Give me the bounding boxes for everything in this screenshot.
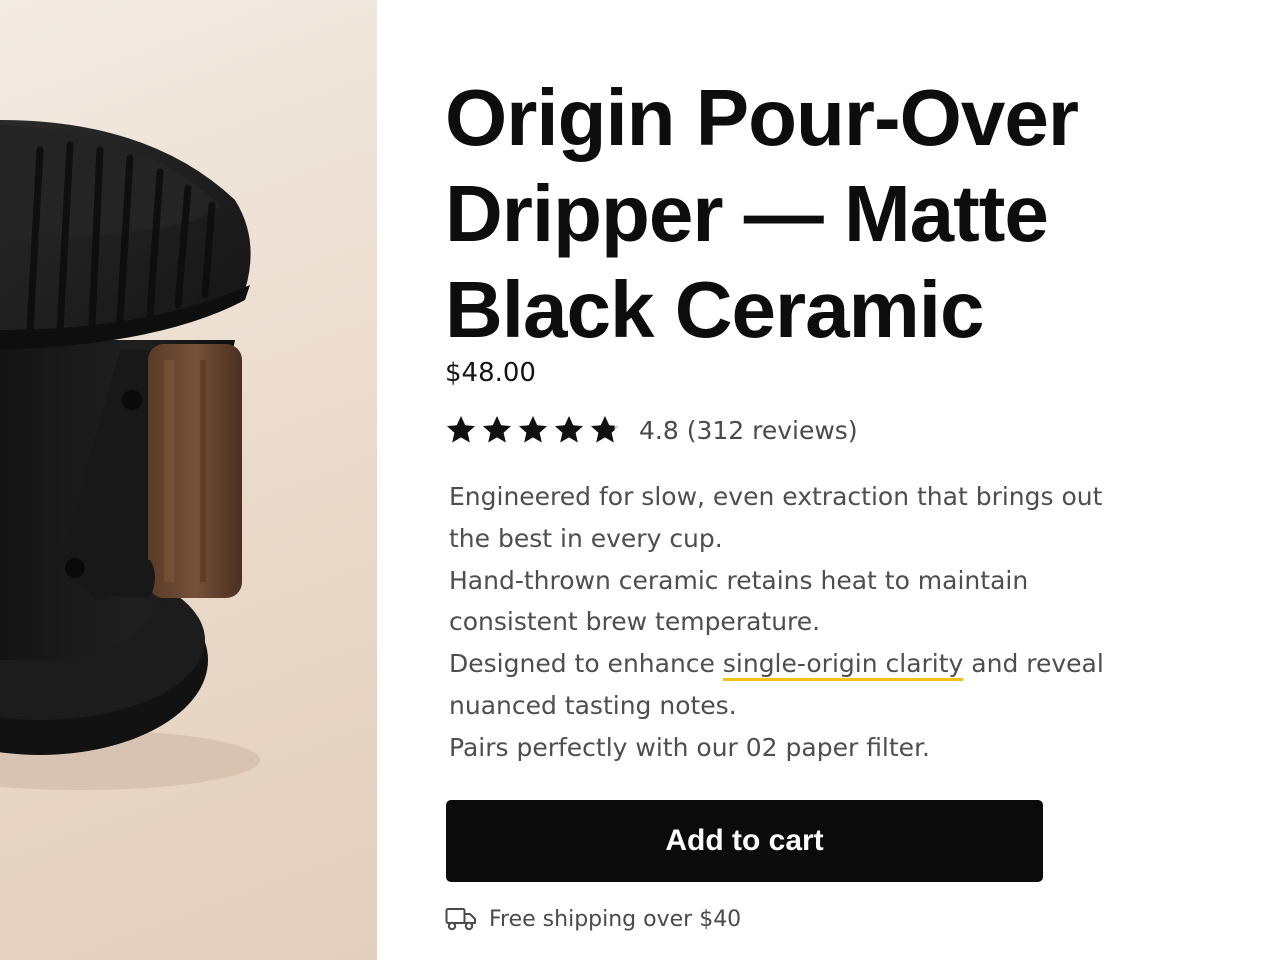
product-description: Engineered for slow, even extraction tha…: [449, 476, 1109, 769]
description-line-3: Designed to enhance single-origin clarit…: [449, 643, 1109, 727]
description-line-4: Pairs perfectly with our 02 paper filter…: [449, 732, 930, 762]
shipping-text: Free shipping over $40: [489, 906, 742, 932]
star-icon: [591, 416, 619, 443]
product-image: [0, 0, 377, 960]
product-price: $48.00: [445, 358, 536, 388]
add-to-cart-button[interactable]: Add to cart: [446, 800, 1043, 882]
product-page: Origin Pour-Over Dripper — Matte Black C…: [0, 0, 1280, 960]
description-line-3-before: Designed to enhance: [449, 649, 723, 679]
title-line-2: Dripper — Matte: [445, 169, 1049, 258]
title-line-1: Origin Pour-Over: [445, 73, 1079, 162]
star-icon: [447, 416, 475, 443]
star-icon: [519, 416, 547, 443]
truck-icon: [445, 908, 476, 931]
description-line-1: Engineered for slow, even extraction tha…: [449, 482, 1103, 553]
star-icon: [483, 416, 511, 443]
product-title: Origin Pour-Over Dripper — Matte Black C…: [445, 70, 1145, 358]
rating-text[interactable]: 4.8 (312 reviews): [639, 416, 858, 445]
title-line-3: Black Ceramic: [445, 265, 984, 354]
dripper-illustration: [0, 120, 260, 790]
shipping-info: Free shipping over $40: [445, 900, 741, 938]
rating-stars: [445, 414, 621, 446]
product-rating[interactable]: 4.8 (312 reviews): [445, 412, 858, 448]
description-line-2: Hand-thrown ceramic retains heat to main…: [449, 565, 1029, 637]
star-icon: [555, 416, 583, 443]
highlighted-phrase: single-origin clarity: [722, 649, 964, 679]
